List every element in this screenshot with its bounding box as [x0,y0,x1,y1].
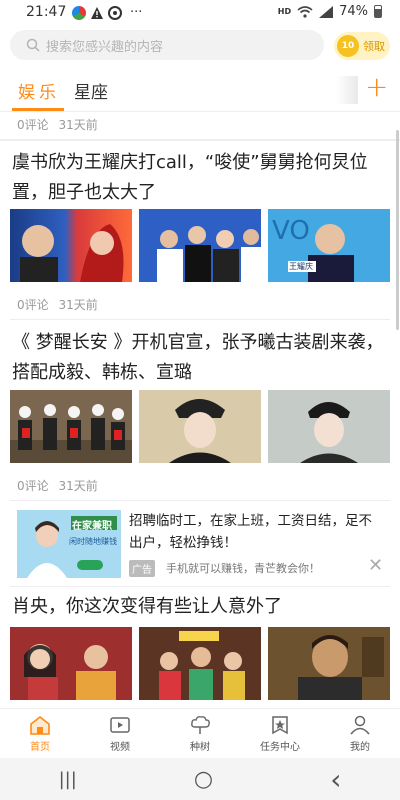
ad-image: 在家兼职 闲时随地赚钱 [17,510,121,578]
ad-image-title: 在家兼职 [72,521,112,532]
home-icon [30,715,50,735]
thumbnail-image [268,390,390,463]
tabs-divider [0,111,400,112]
comment-count: 0评论 [17,479,49,493]
thumbnail-image [139,209,261,282]
tree-icon [191,715,210,734]
svg-text:VO: VO [272,216,310,246]
thumbnail-image [268,627,390,700]
article-divider [10,586,390,587]
article-thumbnails[interactable]: VO 王耀庆 [10,209,390,282]
wifi-icon [297,5,313,18]
battery-icon [374,5,382,18]
claim-coins-button[interactable]: 10 领取 [334,32,390,60]
bottom-navigation: 首页 视频 种树 任务中心 我的 [0,708,400,758]
ad-title[interactable]: 招聘临时工，在家上班，工资日结，足不出户，轻松挣钱！ [129,510,379,554]
article-title[interactable]: 《 梦醒长安 》开机官宣，张予曦古装剧来袭，搭配成毅、韩栋、宣璐 [12,328,390,388]
thumbnail-image [10,390,132,463]
scrollbar[interactable] [396,130,399,330]
article-divider [0,139,400,141]
tab-entertainment[interactable]: 娱乐 [18,78,60,103]
add-tab-icon[interactable]: + [365,70,388,103]
article-meta: 0评论 31天前 [17,116,98,133]
video-icon [110,716,130,733]
thumbnail-caption: 王耀庆 [289,262,313,271]
battery-percent: 74% [339,4,368,19]
home-button[interactable]: ○ [194,767,213,792]
nav-home[interactable]: 首页 [0,709,80,758]
ad-card[interactable]: 在家兼职 闲时随地赚钱 招聘临时工，在家上班，工资日结，足不出户，轻松挣钱！ 广… [0,506,400,582]
nav-profile-label: 我的 [350,741,370,753]
system-navigation-bar: ||| ○ ‹ [0,758,400,800]
search-row: 搜索您感兴趣的内容 10 领取 [0,30,400,62]
recents-button[interactable]: ||| [59,769,77,790]
close-icon[interactable]: ✕ [368,555,383,576]
article-thumbnails[interactable] [10,627,390,700]
thumbnail-image [139,627,261,700]
thumbnail-image [139,390,261,463]
tab-horoscope[interactable]: 星座 [74,78,108,103]
nav-tree-label: 种树 [190,741,210,753]
status-bar: 21:47 ··· HD 74% [0,0,400,24]
coin-icon: 10 [337,35,359,57]
article-meta: 0评论 31天前 [17,296,98,313]
nav-video[interactable]: 视频 [80,709,160,758]
nav-home-label: 首页 [30,741,50,753]
thumbnail-image [10,209,132,282]
article-thumbnails[interactable] [10,390,390,463]
warning-icon [91,6,103,19]
signal-icon [319,5,334,18]
notification-icons: ··· [72,5,142,20]
more-notifications-icon: ··· [130,5,143,20]
comment-count: 0评论 [17,298,49,312]
app-notification-icon [72,5,86,20]
ad-description: 手机就可以赚钱，青芒教会你！ [166,562,320,575]
article-title[interactable]: 虞书欣为王耀庆打call，“唆使”舅舅抢何炅位置，胆子也太大了 [12,148,390,208]
nav-profile[interactable]: 我的 [320,709,400,758]
thumbnail-image: VO 王耀庆 [268,209,390,282]
status-right: HD 74% [278,4,382,19]
task-icon [272,715,288,734]
thumbnail-image [10,627,132,700]
nav-video-label: 视频 [110,741,130,753]
tabs-fade [336,76,358,104]
back-button[interactable]: ‹ [330,763,341,796]
sync-icon [108,5,122,20]
article-title[interactable]: 肖央，你这次变得有些让人意外了 [12,592,390,622]
search-input[interactable]: 搜索您感兴趣的内容 [10,30,324,60]
article-meta: 0评论 31天前 [17,477,98,494]
comment-count: 0评论 [17,118,49,132]
publish-time: 31天前 [58,479,98,493]
article-divider [10,319,390,320]
article-divider [10,500,390,501]
status-time: 21:47 [26,4,67,20]
nav-tree[interactable]: 种树 [160,709,240,758]
claim-label: 领取 [363,40,385,53]
nav-tasks-label: 任务中心 [260,741,300,753]
publish-time: 31天前 [58,118,98,132]
publish-time: 31天前 [58,298,98,312]
ad-badge: 广告 [129,560,155,577]
network-type-label: HD [277,7,292,16]
nav-tasks[interactable]: 任务中心 [240,709,320,758]
search-icon [26,38,40,52]
category-tabs: 娱乐 星座 + [0,70,400,112]
ad-image-subtitle: 闲时随地赚钱 [69,537,117,546]
search-placeholder: 搜索您感兴趣的内容 [46,39,164,55]
profile-icon [350,715,370,734]
